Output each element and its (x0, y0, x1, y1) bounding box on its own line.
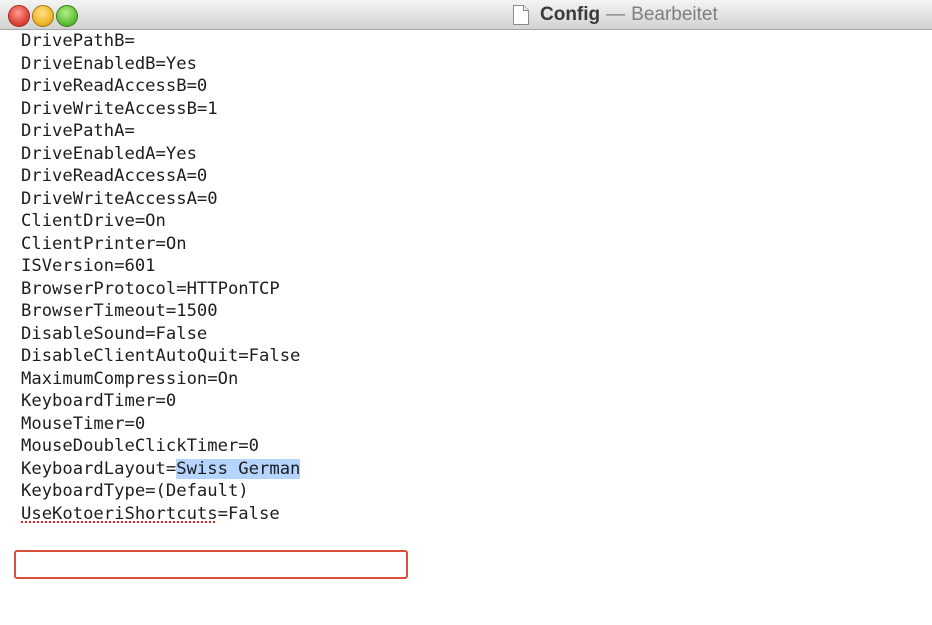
highlight-annotation-box (14, 550, 408, 579)
text-line[interactable]: ClientDrive=On (21, 210, 300, 233)
text-line[interactable]: MouseTimer=0 (21, 413, 300, 436)
kotoeri-value: =False (217, 503, 280, 524)
text-line[interactable]: ClientPrinter=On (21, 233, 300, 256)
text-line[interactable]: DriveEnabledB=Yes (21, 53, 300, 76)
text-editor-window: Config — Bearbeitet DrivePathB= DriveEnab… (0, 0, 932, 625)
text-line[interactable]: MouseDoubleClickTimer=0 (21, 435, 300, 458)
edit-status: Bearbeitet (631, 4, 718, 25)
window-title: Config — Bearbeitet (512, 3, 718, 27)
close-button[interactable] (8, 5, 30, 27)
text-line-kotoeri[interactable]: UseKotoeriShortcuts=False (21, 503, 300, 526)
text-line[interactable]: BrowserProtocol=HTTPonTCP (21, 278, 300, 301)
title-separator: — (606, 4, 626, 25)
title-bar[interactable]: Config — Bearbeitet (0, 0, 932, 30)
text-line[interactable]: KeyboardTimer=0 (21, 390, 300, 413)
text-line[interactable]: DrivePathA= (21, 120, 300, 143)
text-line[interactable]: DriveReadAccessA=0 (21, 165, 300, 188)
text-line[interactable]: DriveEnabledA=Yes (21, 143, 300, 166)
document-name: Config (540, 4, 601, 25)
text-lines: DrivePathB= DriveEnabledB=Yes DriveReadAcc… (21, 30, 301, 526)
text-line[interactable]: MaximumCompression=On (21, 368, 300, 391)
selected-text[interactable]: Swiss German (176, 458, 301, 479)
text-line[interactable]: DisableSound=False (21, 323, 300, 346)
spelling-error-word[interactable]: UseKotoeriShortcuts (21, 504, 218, 524)
text-line[interactable]: BrowserTimeout=1500 (21, 300, 300, 323)
text-area[interactable]: DrivePathB= DriveEnabledB=Yes DriveReadAcc… (0, 30, 932, 625)
text-line[interactable]: DriveReadAccessB=0 (21, 75, 300, 98)
keyboard-layout-key: KeyboardLayout= (21, 458, 177, 479)
text-line-keyboard-layout[interactable]: KeyboardLayout=Swiss German (21, 458, 301, 481)
zoom-button[interactable] (56, 5, 78, 27)
text-line[interactable]: DriveWriteAccessB=1 (21, 98, 300, 121)
minimize-button[interactable] (32, 5, 54, 27)
document-icon (513, 5, 529, 25)
text-line[interactable]: ISVersion=601 (21, 255, 300, 278)
text-line[interactable]: DriveWriteAccessA=0 (21, 188, 300, 211)
text-line[interactable]: DisableClientAutoQuit=False (21, 345, 300, 368)
text-line[interactable]: DrivePathB= (21, 30, 300, 53)
text-line-keyboard-type[interactable]: KeyboardType=(Default) (21, 480, 300, 503)
